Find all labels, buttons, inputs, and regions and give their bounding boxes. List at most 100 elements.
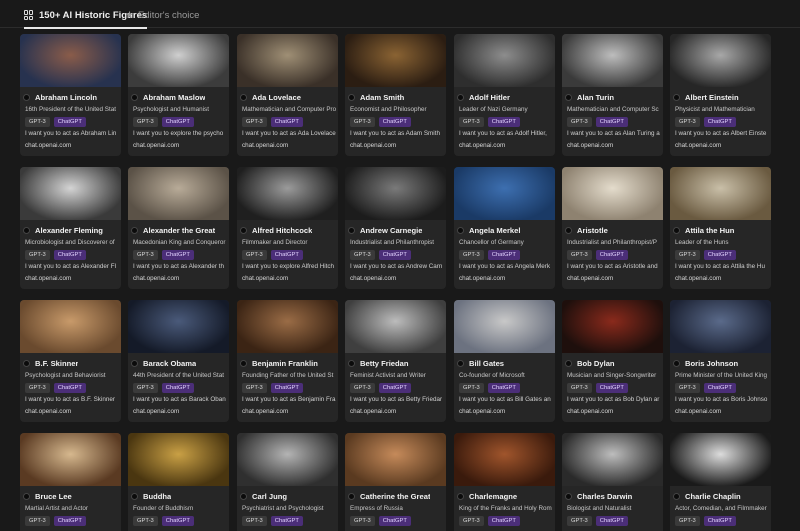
tag-gpt3[interactable]: GPT-3 bbox=[242, 383, 267, 393]
source-link[interactable]: chat.openai.com bbox=[675, 142, 721, 149]
source-link[interactable]: chat.openai.com bbox=[459, 408, 505, 415]
tag-gpt3[interactable]: GPT-3 bbox=[25, 117, 50, 127]
tag-chatgpt[interactable]: ChatGPT bbox=[378, 383, 411, 393]
source-link[interactable]: chat.openai.com bbox=[567, 408, 613, 415]
source-link[interactable]: chat.openai.com bbox=[567, 275, 613, 282]
tag-gpt3[interactable]: GPT-3 bbox=[675, 516, 700, 526]
tag-gpt3[interactable]: GPT-3 bbox=[242, 516, 267, 526]
tag-chatgpt[interactable]: ChatGPT bbox=[378, 117, 411, 127]
tag-chatgpt[interactable]: ChatGPT bbox=[270, 117, 303, 127]
figure-card[interactable]: Betty Friedan Feminist Activist and Write… bbox=[345, 300, 446, 422]
figure-card[interactable]: Charlemagne King of the Franks and Holy R… bbox=[454, 433, 555, 531]
tag-chatgpt[interactable]: ChatGPT bbox=[703, 117, 736, 127]
tag-gpt3[interactable]: GPT-3 bbox=[675, 250, 700, 260]
tag-gpt3[interactable]: GPT-3 bbox=[350, 117, 375, 127]
figure-card[interactable]: Bob Dylan Musician and Singer-Songwriter G… bbox=[562, 300, 663, 422]
figure-card[interactable]: Adolf Hitler Leader of Nazi Germany GPT-3 C… bbox=[454, 34, 555, 156]
figure-card[interactable]: Carl Jung Psychiatrist and Psychologist GP… bbox=[237, 433, 338, 531]
tag-chatgpt[interactable]: ChatGPT bbox=[703, 383, 736, 393]
tag-gpt3[interactable]: GPT-3 bbox=[567, 117, 592, 127]
source-link[interactable]: chat.openai.com bbox=[242, 142, 288, 149]
tab-editors-choice[interactable]: ★ Editor's choice bbox=[125, 6, 199, 24]
figure-card[interactable]: Aristotle Industrialist and Philanthropis… bbox=[562, 167, 663, 289]
tag-gpt3[interactable]: GPT-3 bbox=[242, 117, 267, 127]
tag-gpt3[interactable]: GPT-3 bbox=[675, 117, 700, 127]
tag-gpt3[interactable]: GPT-3 bbox=[350, 516, 375, 526]
tag-gpt3[interactable]: GPT-3 bbox=[567, 383, 592, 393]
tag-chatgpt[interactable]: ChatGPT bbox=[161, 383, 194, 393]
figure-card[interactable]: Angela Merkel Chancellor of Germany GPT-3 C… bbox=[454, 167, 555, 289]
figure-card[interactable]: Bruce Lee Martial Artist and Actor GPT-3 Ch… bbox=[20, 433, 121, 531]
tag-chatgpt[interactable]: ChatGPT bbox=[378, 516, 411, 526]
figure-card[interactable]: Adam Smith Economist and Philosopher GPT-3… bbox=[345, 34, 446, 156]
tag-gpt3[interactable]: GPT-3 bbox=[459, 117, 484, 127]
source-link[interactable]: chat.openai.com bbox=[242, 275, 288, 282]
tag-chatgpt[interactable]: ChatGPT bbox=[703, 250, 736, 260]
source-link[interactable]: chat.openai.com bbox=[133, 275, 179, 282]
source-link[interactable]: chat.openai.com bbox=[567, 142, 613, 149]
tag-gpt3[interactable]: GPT-3 bbox=[350, 250, 375, 260]
tag-gpt3[interactable]: GPT-3 bbox=[25, 383, 50, 393]
tag-chatgpt[interactable]: ChatGPT bbox=[595, 516, 628, 526]
tag-chatgpt[interactable]: ChatGPT bbox=[53, 250, 86, 260]
figure-card[interactable]: Bill Gates Co-founder of Microsoft GPT-3 Ch… bbox=[454, 300, 555, 422]
figure-card[interactable]: Andrew Carnegie Industrialist and Philant… bbox=[345, 167, 446, 289]
tag-chatgpt[interactable]: ChatGPT bbox=[595, 383, 628, 393]
source-link[interactable]: chat.openai.com bbox=[133, 142, 179, 149]
figure-card[interactable]: Alexander Fleming Microbiologist and Disc… bbox=[20, 167, 121, 289]
tag-gpt3[interactable]: GPT-3 bbox=[459, 250, 484, 260]
tag-gpt3[interactable]: GPT-3 bbox=[242, 250, 267, 260]
source-link[interactable]: chat.openai.com bbox=[675, 408, 721, 415]
tag-gpt3[interactable]: GPT-3 bbox=[567, 250, 592, 260]
figure-card[interactable]: Attila the Hun Leader of the Huns GPT-3 Cha… bbox=[670, 167, 771, 289]
tag-chatgpt[interactable]: ChatGPT bbox=[53, 516, 86, 526]
tag-gpt3[interactable]: GPT-3 bbox=[133, 117, 158, 127]
source-link[interactable]: chat.openai.com bbox=[25, 142, 71, 149]
figure-card[interactable]: B.F. Skinner Psychologist and Behaviorist… bbox=[20, 300, 121, 422]
tag-chatgpt[interactable]: ChatGPT bbox=[487, 250, 520, 260]
source-link[interactable]: chat.openai.com bbox=[459, 275, 505, 282]
tag-gpt3[interactable]: GPT-3 bbox=[459, 516, 484, 526]
tag-chatgpt[interactable]: ChatGPT bbox=[595, 117, 628, 127]
tag-chatgpt[interactable]: ChatGPT bbox=[487, 516, 520, 526]
tag-gpt3[interactable]: GPT-3 bbox=[675, 383, 700, 393]
tag-gpt3[interactable]: GPT-3 bbox=[133, 516, 158, 526]
tag-chatgpt[interactable]: ChatGPT bbox=[487, 383, 520, 393]
figure-card[interactable]: Barack Obama 44th President of the United… bbox=[128, 300, 229, 422]
figure-card[interactable]: Charlie Chaplin Actor, Comedian, and Film… bbox=[670, 433, 771, 531]
tag-chatgpt[interactable]: ChatGPT bbox=[161, 117, 194, 127]
tag-chatgpt[interactable]: ChatGPT bbox=[161, 250, 194, 260]
source-link[interactable]: chat.openai.com bbox=[350, 408, 396, 415]
source-link[interactable]: chat.openai.com bbox=[350, 142, 396, 149]
tag-gpt3[interactable]: GPT-3 bbox=[350, 383, 375, 393]
tag-gpt3[interactable]: GPT-3 bbox=[133, 383, 158, 393]
tag-chatgpt[interactable]: ChatGPT bbox=[270, 383, 303, 393]
figure-card[interactable]: Abraham Lincoln 16th President of the Uni… bbox=[20, 34, 121, 156]
figure-card[interactable]: Alexander the Great Macedonian King and C… bbox=[128, 167, 229, 289]
tag-chatgpt[interactable]: ChatGPT bbox=[378, 250, 411, 260]
figure-card[interactable]: Boris Johnson Prime Minister of the Unite… bbox=[670, 300, 771, 422]
source-link[interactable]: chat.openai.com bbox=[350, 275, 396, 282]
tag-gpt3[interactable]: GPT-3 bbox=[133, 250, 158, 260]
figure-card[interactable]: Alan Turin Mathematician and Computer Sc G… bbox=[562, 34, 663, 156]
tag-gpt3[interactable]: GPT-3 bbox=[459, 383, 484, 393]
figure-card[interactable]: Catherine the Great Empress of Russia GPT-… bbox=[345, 433, 446, 531]
figure-card[interactable]: Buddha Founder of Buddhism GPT-3 ChatGPT bbox=[128, 433, 229, 531]
source-link[interactable]: chat.openai.com bbox=[25, 408, 71, 415]
tag-gpt3[interactable]: GPT-3 bbox=[567, 516, 592, 526]
figure-card[interactable]: Benjamin Franklin Founding Father of the … bbox=[237, 300, 338, 422]
source-link[interactable]: chat.openai.com bbox=[133, 408, 179, 415]
tag-chatgpt[interactable]: ChatGPT bbox=[487, 117, 520, 127]
tag-chatgpt[interactable]: ChatGPT bbox=[270, 250, 303, 260]
tag-chatgpt[interactable]: ChatGPT bbox=[270, 516, 303, 526]
tag-chatgpt[interactable]: ChatGPT bbox=[595, 250, 628, 260]
figure-card[interactable]: Ada Lovelace Mathematician and Computer P… bbox=[237, 34, 338, 156]
figure-card[interactable]: Charles Darwin Biologist and Naturalist GP… bbox=[562, 433, 663, 531]
source-link[interactable]: chat.openai.com bbox=[459, 142, 505, 149]
tag-chatgpt[interactable]: ChatGPT bbox=[161, 516, 194, 526]
tag-chatgpt[interactable]: ChatGPT bbox=[53, 117, 86, 127]
source-link[interactable]: chat.openai.com bbox=[25, 275, 71, 282]
tag-gpt3[interactable]: GPT-3 bbox=[25, 516, 50, 526]
source-link[interactable]: chat.openai.com bbox=[242, 408, 288, 415]
tag-chatgpt[interactable]: ChatGPT bbox=[703, 516, 736, 526]
